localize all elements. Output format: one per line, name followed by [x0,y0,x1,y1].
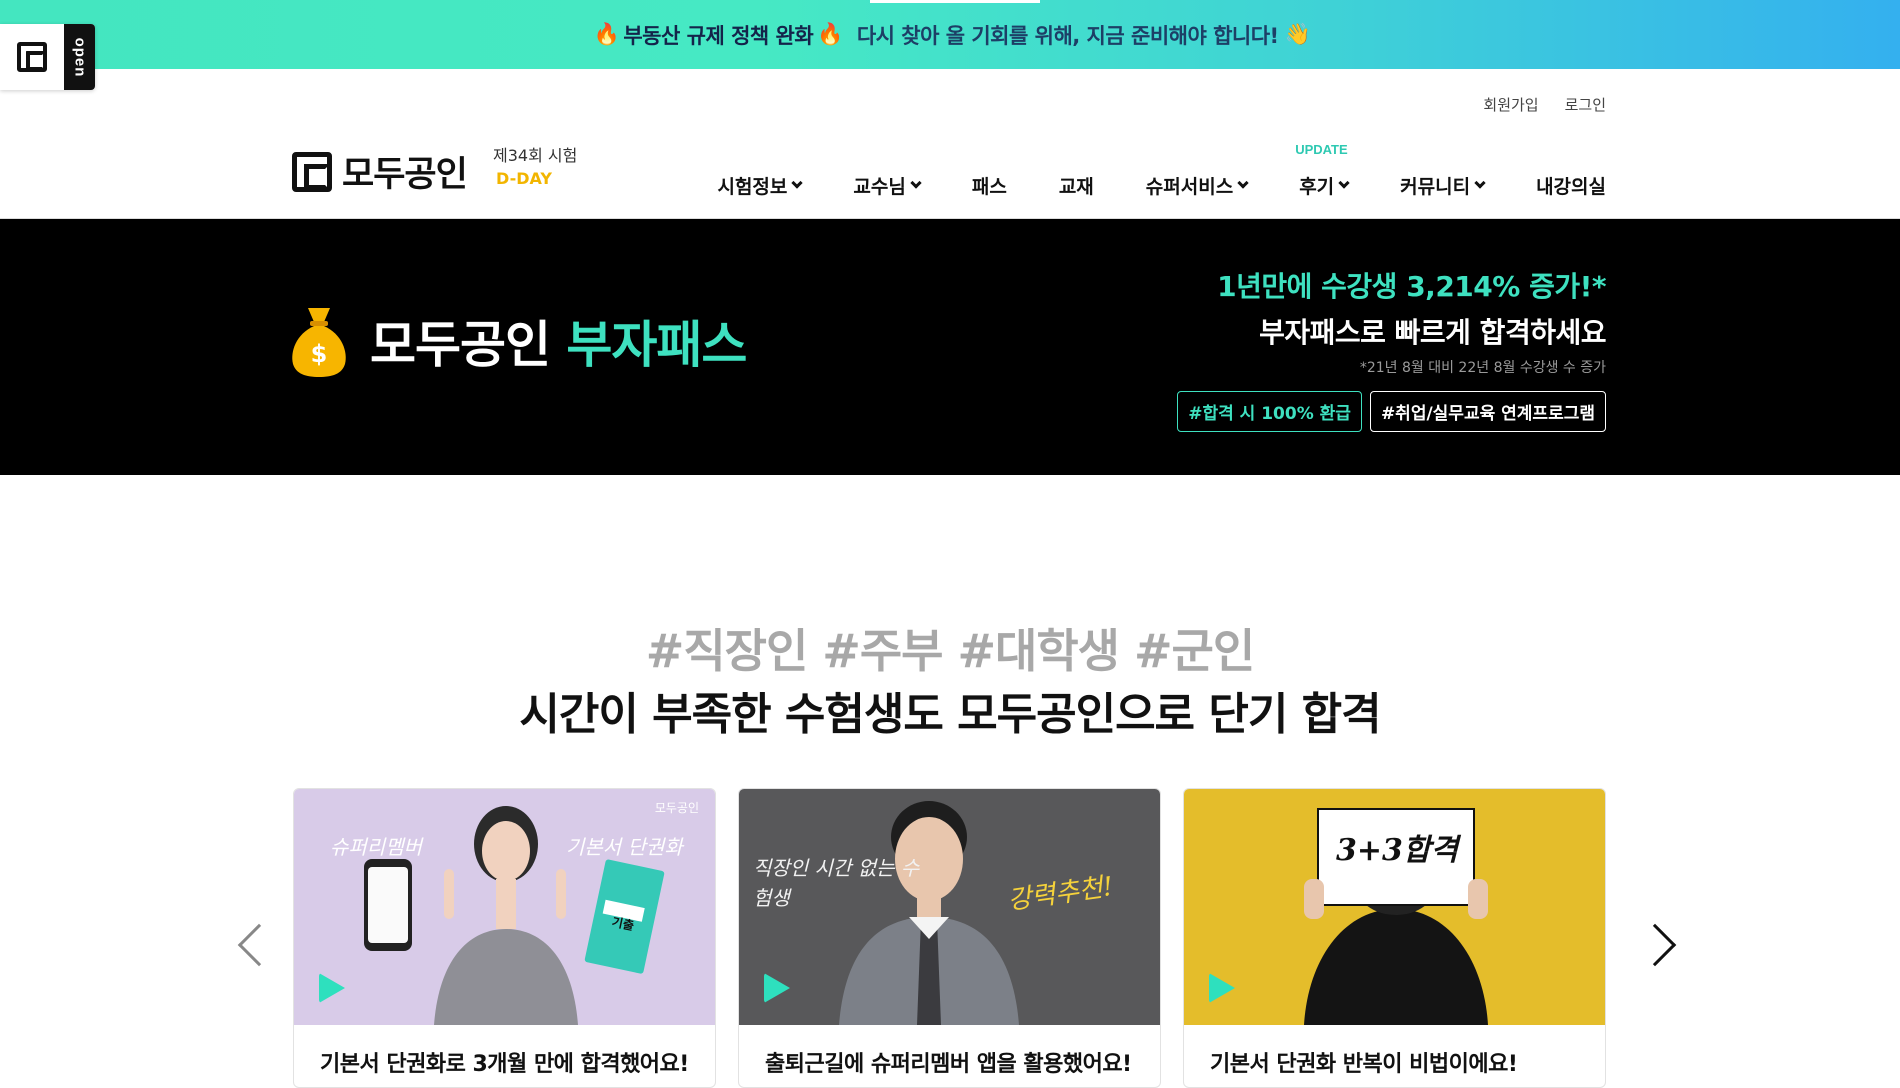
svg-text:$: $ [311,340,328,368]
open-badge[interactable]: open [0,24,95,90]
carousel-next-arrow[interactable] [1633,923,1677,967]
nav-item-reviews[interactable]: UPDATE 후기 [1295,142,1350,199]
chevron-down-icon [910,176,922,189]
video-thumbnail[interactable]: 직장인 시간 없는 수험생 강력추천! [739,789,1160,1025]
brand-logo-icon [292,151,332,192]
nav-item-my-classroom[interactable]: 내강의실 [1536,172,1606,199]
utility-links: 회원가입 로그인 [1483,94,1606,115]
review-card[interactable]: 슈퍼리멤버 기본서 단권화 모두공인 기출 기본서 단권화로 3개월 만에 합격… [293,788,716,1088]
hero-title-group: $ 모두공인 부자패스 [290,304,747,378]
hero-banner[interactable]: $ 모두공인 부자패스 1년만에 수강생 3,214% 증가!* 부자패스로 빠… [0,219,1900,475]
nav-label: 교재 [1058,176,1094,198]
nav-item-community[interactable]: 커뮤니티 [1400,172,1486,199]
nav-label: 내강의실 [1536,176,1606,198]
update-badge: UPDATE [1295,142,1348,157]
nav-item-professors[interactable]: 교수님 [853,172,922,199]
promo-message: 다시 찾아 올 기회를 위해, 지금 준비해야 합니다! [856,23,1279,48]
thumbnail-illustration [364,806,665,1025]
exam-round: 제34회 시험 [493,146,578,165]
overlay-text-right: 기본서 단권화 [566,835,683,859]
exam-dday: D-DAY [496,169,552,188]
hero-title-accent: 부자패스 [566,316,747,374]
hero-tags: #합격 시 100% 환급 #취업/실무교육 연계프로그램 [1177,391,1606,432]
hero-cta-text: 부자패스로 빠르게 합격하세요 [1259,316,1606,349]
site-header: 모두공인 제34회 시험 D-DAY 시험정보 교수님 패스 교재 슈퍼서비스 … [0,120,1900,219]
review-caption: 출퇴근길에 슈퍼리멤버 앱을 활용했어요! [765,1052,1132,1077]
nav-item-exam-info[interactable]: 시험정보 [717,172,804,199]
chevron-down-icon [1338,176,1350,189]
play-icon [764,973,790,1003]
brand-logo-icon [17,42,47,72]
nav-label: 후기 [1299,176,1335,198]
hero-copy: 1년만에 수강생 3,214% 증가!* 부자패스로 빠르게 합격하세요 *21… [1177,265,1606,432]
badge-logo [0,24,64,90]
review-caption: 기본서 단권화 반복이 비법이에요! [1210,1052,1518,1077]
section-title: 시간이 부족한 수험생도 모두공인으로 단기 합격 [519,689,1381,740]
overlay-sign-text: 3+3합격 [1336,833,1459,868]
open-label: open [71,37,88,77]
video-thumbnail[interactable]: 3+3합격 [1184,789,1605,1025]
section-hashtags: #직장인 #주부 #대학생 #군인 [645,624,1255,678]
tag-employment: #취업/실무교육 연계프로그램 [1369,391,1606,432]
tag-refund: #합격 시 100% 환급 [1177,391,1362,432]
login-link[interactable]: 로그인 [1565,94,1606,115]
brand-logo[interactable]: 모두공인 [292,146,468,197]
nav-label: 패스 [971,176,1007,198]
promo-progress-bar [870,0,1040,3]
main-nav: 시험정보 교수님 패스 교재 슈퍼서비스 UPDATE 후기 커뮤니티 내강의실 [665,142,1606,199]
review-card[interactable]: 3+3합격 기본서 단권화 반복이 비법이에요! [1183,788,1606,1088]
nav-item-super-service[interactable]: 슈퍼서비스 [1145,172,1249,199]
review-caption: 기본서 단권화로 3개월 만에 합격했어요! [320,1052,689,1077]
video-thumbnail[interactable]: 슈퍼리멤버 기본서 단권화 모두공인 기출 [294,789,715,1025]
fire-icon: 🔥 [817,22,843,46]
wave-hand-icon: 👋 [1284,22,1311,46]
nav-item-pass[interactable]: 패스 [972,172,1007,199]
promo-banner[interactable]: 🔥 부동산 규제 정책 완화 🔥 다시 찾아 올 기회를 위해, 지금 준비해야… [0,0,1900,69]
brand-name: 모두공인 [342,155,468,195]
watermark-logo: 모두공인 [654,801,699,815]
carousel-prev-arrow[interactable] [237,923,281,967]
chevron-down-icon [791,176,804,189]
overlay-text-left: 슈퍼리멤버 [330,835,422,859]
chevron-down-icon [1474,176,1486,189]
hero-footnote: *21년 8월 대비 22년 8월 수강생 수 증가 [1359,360,1606,376]
nav-label: 시험정보 [717,176,788,198]
money-bag-icon: $ [292,308,346,377]
hero-title-main: 모두공인 [370,316,551,374]
play-icon [319,973,345,1003]
overlay-text-left: 직장인 시간 없는 수험생 [753,856,920,910]
play-icon [1209,973,1235,1003]
nav-label: 교수님 [853,176,906,198]
hero-stat: 1년만에 수강생 3,214% 증가!* [1217,270,1606,303]
review-card[interactable]: 직장인 시간 없는 수험생 강력추천! 출퇴근길에 슈퍼리멤버 앱을 활용했어요… [738,788,1161,1088]
nav-item-textbook[interactable]: 교재 [1059,172,1094,199]
exam-info: 제34회 시험 D-DAY [493,144,577,190]
open-tab: open [64,24,95,90]
nav-label: 커뮤니티 [1400,176,1471,198]
hero-title: 모두공인 부자패스 [370,305,747,377]
fire-icon: 🔥 [593,22,620,46]
promo-headline: 부동산 규제 정책 완화 [623,23,814,48]
nav-label: 슈퍼서비스 [1145,176,1234,198]
signup-link[interactable]: 회원가입 [1483,94,1538,115]
chevron-down-icon [1237,176,1249,189]
review-carousel: 슈퍼리멤버 기본서 단권화 모두공인 기출 기본서 단권화로 3개월 만에 합격… [293,788,1606,1088]
